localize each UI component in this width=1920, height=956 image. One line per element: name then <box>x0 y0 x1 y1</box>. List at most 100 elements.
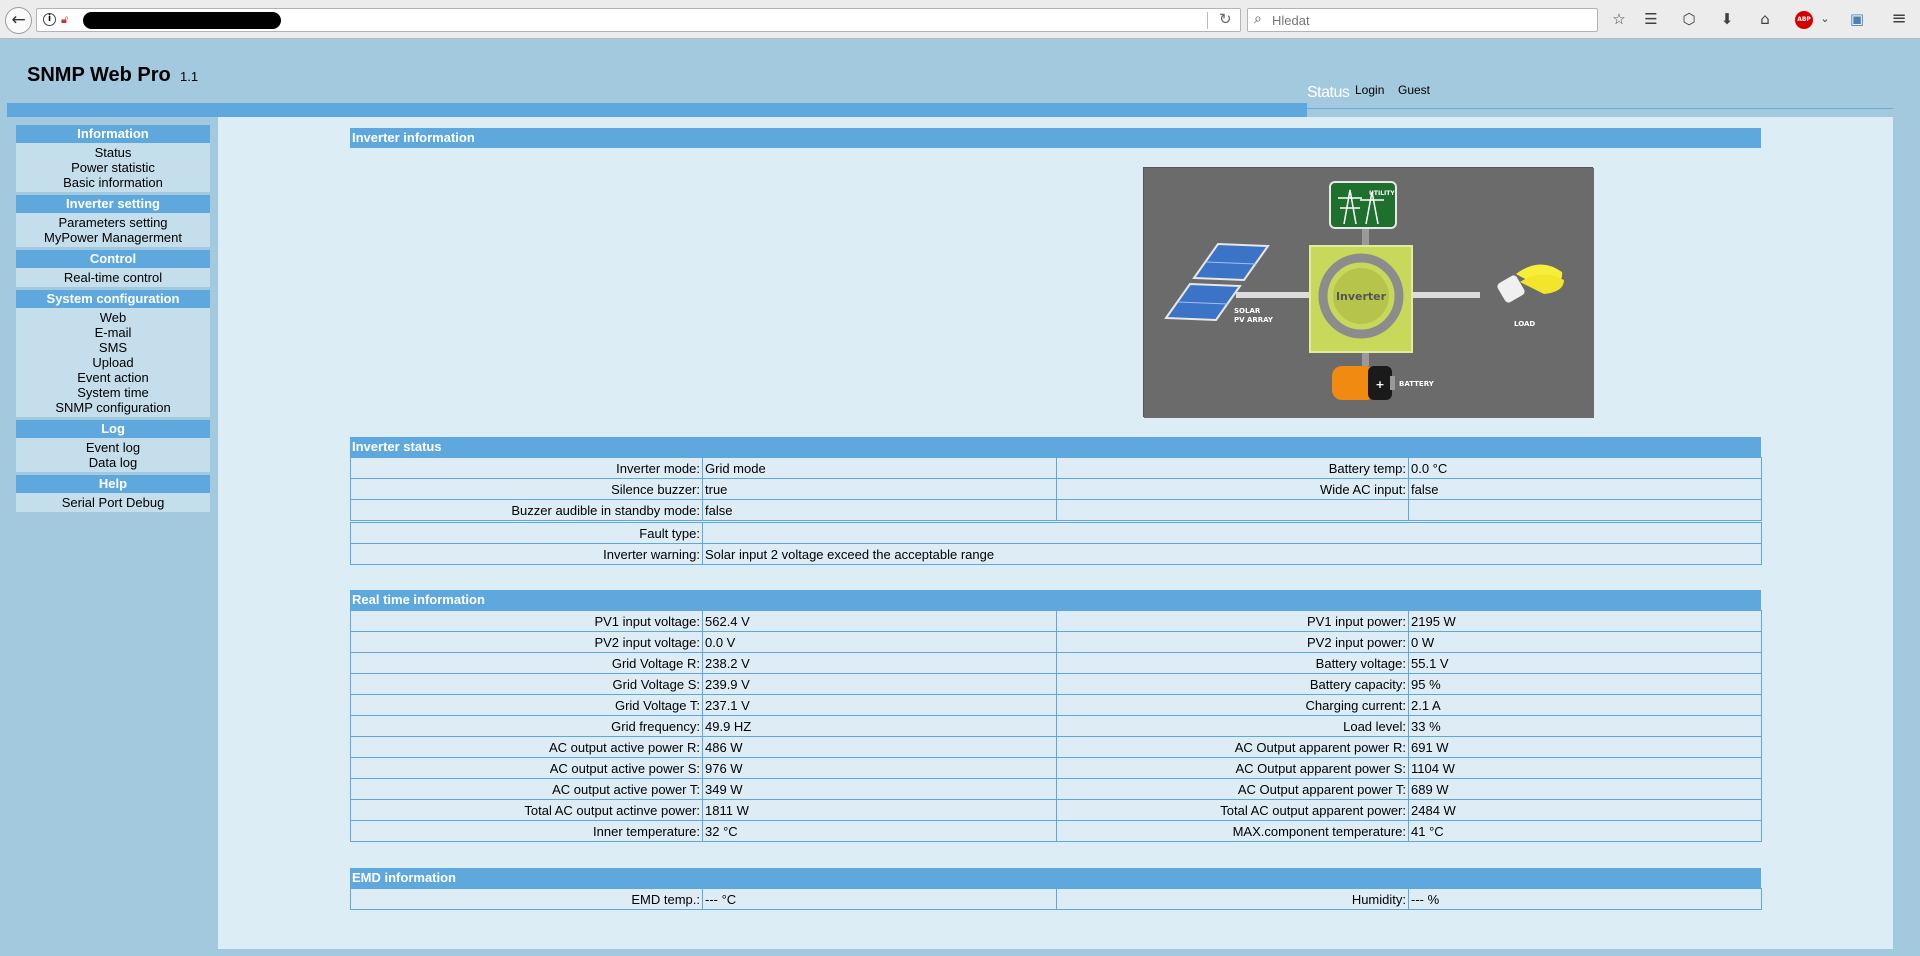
menu-section-help[interactable]: Help <box>16 475 210 493</box>
metric-value: 49.9 HZ <box>702 715 1057 737</box>
inverter-mode-label: Inverter mode: <box>350 457 703 479</box>
table-row: Buzzer audible in standby mode: false <box>350 499 1762 521</box>
menu-section-log[interactable]: Log <box>16 420 210 438</box>
load-label: LOAD <box>1514 320 1535 328</box>
inverter-status-panel: Inverter status Inverter mode: Grid mode… <box>350 437 1762 565</box>
table-row: AC output active power R: 486 W AC Output … <box>350 736 1762 758</box>
menu-section-inverter-setting[interactable]: Inverter setting <box>16 195 210 213</box>
battery-icon: + <box>1332 366 1395 400</box>
metric-value: 1104 W <box>1408 757 1762 779</box>
reload-icon[interactable]: ↻ <box>1219 10 1232 28</box>
metric-value: 238.2 V <box>702 652 1057 674</box>
emd-temp-label: EMD temp.: <box>350 888 703 910</box>
menu-item-realtime-control[interactable]: Real-time control <box>16 270 210 285</box>
metric-value: 41 °C <box>1408 820 1762 842</box>
metric-label: Battery capacity: <box>1056 673 1409 695</box>
load-line <box>1412 292 1480 298</box>
user-label: Guest <box>1398 83 1431 97</box>
image-extension-icon[interactable]: ▣ <box>1846 8 1868 30</box>
download-icon[interactable]: ⬇ <box>1716 8 1738 30</box>
emd-table: EMD temp.: --- °C Humidity: --- % <box>350 888 1762 910</box>
metric-label: Charging current: <box>1056 694 1409 716</box>
metric-value: 1811 W <box>702 799 1057 821</box>
menu-item-serial-port-debug[interactable]: Serial Port Debug <box>16 495 210 510</box>
menu-item-web[interactable]: Web <box>16 310 210 325</box>
table-row: AC output active power S: 976 W AC Output … <box>350 757 1762 779</box>
solar-label: SOLAR <box>1234 307 1261 315</box>
metric-value: 691 W <box>1408 736 1762 758</box>
menu-item-email[interactable]: E-mail <box>16 325 210 340</box>
metric-value: 0 W <box>1408 631 1762 653</box>
menu-item-status[interactable]: Status <box>16 145 210 160</box>
metric-value: 349 W <box>702 778 1057 800</box>
menu-section-control[interactable]: Control <box>16 250 210 268</box>
login-link[interactable]: Login <box>1355 83 1384 97</box>
back-arrow-icon[interactable]: ← <box>5 7 32 34</box>
browser-toolbar: ← i 🔓︎ ↻ ⌕ Hledat ☆ ☰ ⬡ ⬇ ⌂ ABP ⌄ ▣ ≡ <box>0 0 1920 39</box>
metric-label: PV1 input voltage: <box>350 610 703 632</box>
redacted-url <box>83 12 281 29</box>
menu-item-sms[interactable]: SMS <box>16 340 210 355</box>
menu-item-event-action[interactable]: Event action <box>16 370 210 385</box>
metric-label: Grid Voltage S: <box>350 673 703 695</box>
battery-temp-label: Battery temp: <box>1056 457 1409 479</box>
fault-type-label: Fault type: <box>350 522 703 544</box>
metric-label: Inner temperature: <box>350 820 703 842</box>
hamburger-menu-icon[interactable]: ≡ <box>1888 8 1910 30</box>
humidity-label: Humidity: <box>1056 888 1409 910</box>
table-row: Grid Voltage S: 239.9 V Battery capacity: 9… <box>350 673 1762 695</box>
metric-label: AC output active power S: <box>350 757 703 779</box>
sidebar-nav: Information Status Power statistic Basic… <box>16 125 210 512</box>
url-divider <box>1207 12 1208 29</box>
menu-item-basic-information[interactable]: Basic information <box>16 175 210 190</box>
table-row: Inverter mode: Grid mode Battery temp: 0… <box>350 457 1762 479</box>
empty-cell <box>1408 499 1762 521</box>
silence-buzzer-label: Silence buzzer: <box>350 478 703 500</box>
pv-array-label: PV ARRAY <box>1234 316 1274 324</box>
url-bar[interactable]: i 🔓︎ ↻ <box>36 8 1241 32</box>
fault-type-value <box>702 522 1762 544</box>
status-tab[interactable]: Status <box>1307 84 1350 102</box>
reader-list-icon[interactable]: ☰ <box>1640 8 1662 30</box>
metric-label: AC Output apparent power T: <box>1056 778 1409 800</box>
metric-value: 562.4 V <box>702 610 1057 632</box>
menu-item-snmp-configuration[interactable]: SNMP configuration <box>16 400 210 415</box>
table-row: Inverter warning: Solar input 2 voltage … <box>350 543 1762 565</box>
chevron-down-icon[interactable]: ⌄ <box>1814 8 1836 30</box>
menu-item-system-time[interactable]: System time <box>16 385 210 400</box>
bookmark-star-icon[interactable]: ☆ <box>1608 8 1630 30</box>
buzzer-standby-value: false <box>702 499 1057 521</box>
insecure-lock-icon[interactable]: 🔓︎ <box>61 13 74 27</box>
home-icon[interactable]: ⌂ <box>1754 8 1776 30</box>
battery-temp-value: 0.0 °C <box>1408 457 1762 479</box>
menu-item-data-log[interactable]: Data log <box>16 455 210 470</box>
search-input[interactable]: ⌕ Hledat <box>1247 8 1598 32</box>
metric-value: 0.0 V <box>702 631 1057 653</box>
emd-information-panel: EMD information EMD temp.: --- °C Humidi… <box>350 868 1762 910</box>
metric-label: Grid frequency: <box>350 715 703 737</box>
menu-item-upload[interactable]: Upload <box>16 355 210 370</box>
metric-label: PV2 input power: <box>1056 631 1409 653</box>
metric-label: AC Output apparent power S: <box>1056 757 1409 779</box>
menu-item-parameters-setting[interactable]: Parameters setting <box>16 215 210 230</box>
info-icon[interactable]: i <box>43 13 56 26</box>
adblock-icon[interactable]: ABP <box>1795 11 1813 29</box>
app-title: SNMP Web Pro <box>27 64 171 86</box>
pocket-icon[interactable]: ⬡ <box>1678 8 1700 30</box>
utility-tower-icon: UTILITY <box>1329 181 1397 229</box>
menu-item-power-statistic[interactable]: Power statistic <box>16 160 210 175</box>
panel-title: Inverter information <box>350 128 1761 148</box>
inverter-unit-icon: Inverter <box>1309 245 1413 353</box>
metric-label: Load level: <box>1056 715 1409 737</box>
inverter-label: Inverter <box>1336 290 1387 303</box>
header-band <box>7 103 1307 117</box>
metric-value: 689 W <box>1408 778 1762 800</box>
metric-value: 55.1 V <box>1408 652 1762 674</box>
menu-section-system-configuration[interactable]: System configuration <box>16 290 210 308</box>
menu-item-mypower-management[interactable]: MyPower Managerment <box>16 230 210 245</box>
menu-item-event-log[interactable]: Event log <box>16 440 210 455</box>
silence-buzzer-value: true <box>702 478 1057 500</box>
metric-value: 486 W <box>702 736 1057 758</box>
menu-section-information[interactable]: Information <box>16 125 210 143</box>
metric-value: 2195 W <box>1408 610 1762 632</box>
